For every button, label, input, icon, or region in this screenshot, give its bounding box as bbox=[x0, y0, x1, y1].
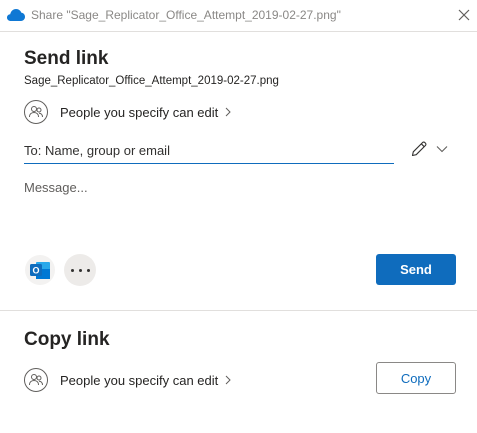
file-name: Sage_Replicator_Office_Attempt_2019-02-2… bbox=[24, 75, 279, 87]
more-options-button[interactable] bbox=[64, 254, 96, 286]
more-dot bbox=[86, 268, 90, 272]
send-permission-label: People you specify can edit bbox=[60, 104, 219, 120]
pencil-edit-icon[interactable] bbox=[410, 140, 428, 158]
svg-text:O: O bbox=[32, 266, 39, 276]
window-title: Share "Sage_Replicator_Office_Attempt_20… bbox=[31, 8, 341, 22]
message-input[interactable] bbox=[24, 180, 454, 230]
chevron-right-icon bbox=[225, 107, 231, 117]
send-permission-setting[interactable]: People you specify can edit bbox=[24, 100, 232, 124]
more-dot bbox=[78, 268, 82, 272]
people-icon bbox=[24, 368, 48, 392]
send-link-heading: Send link bbox=[24, 48, 109, 69]
recipients-input[interactable] bbox=[24, 138, 394, 164]
copy-permission-label: People you specify can edit bbox=[60, 372, 219, 388]
people-icon bbox=[24, 100, 48, 124]
chevron-down-icon[interactable] bbox=[436, 145, 448, 153]
title-bar: Share "Sage_Replicator_Office_Attempt_20… bbox=[0, 0, 477, 32]
outlook-share-button[interactable]: O bbox=[25, 255, 55, 285]
copy-button[interactable]: Copy bbox=[376, 362, 456, 394]
copy-permission-setting[interactable]: People you specify can edit bbox=[24, 368, 232, 392]
chevron-right-icon bbox=[225, 375, 231, 385]
copy-link-heading: Copy link bbox=[24, 329, 110, 350]
onedrive-cloud-icon bbox=[7, 9, 25, 21]
section-divider bbox=[0, 310, 477, 311]
outlook-icon: O bbox=[30, 262, 50, 279]
more-dot bbox=[70, 268, 74, 272]
send-button[interactable]: Send bbox=[376, 254, 456, 285]
close-icon[interactable] bbox=[457, 8, 471, 22]
